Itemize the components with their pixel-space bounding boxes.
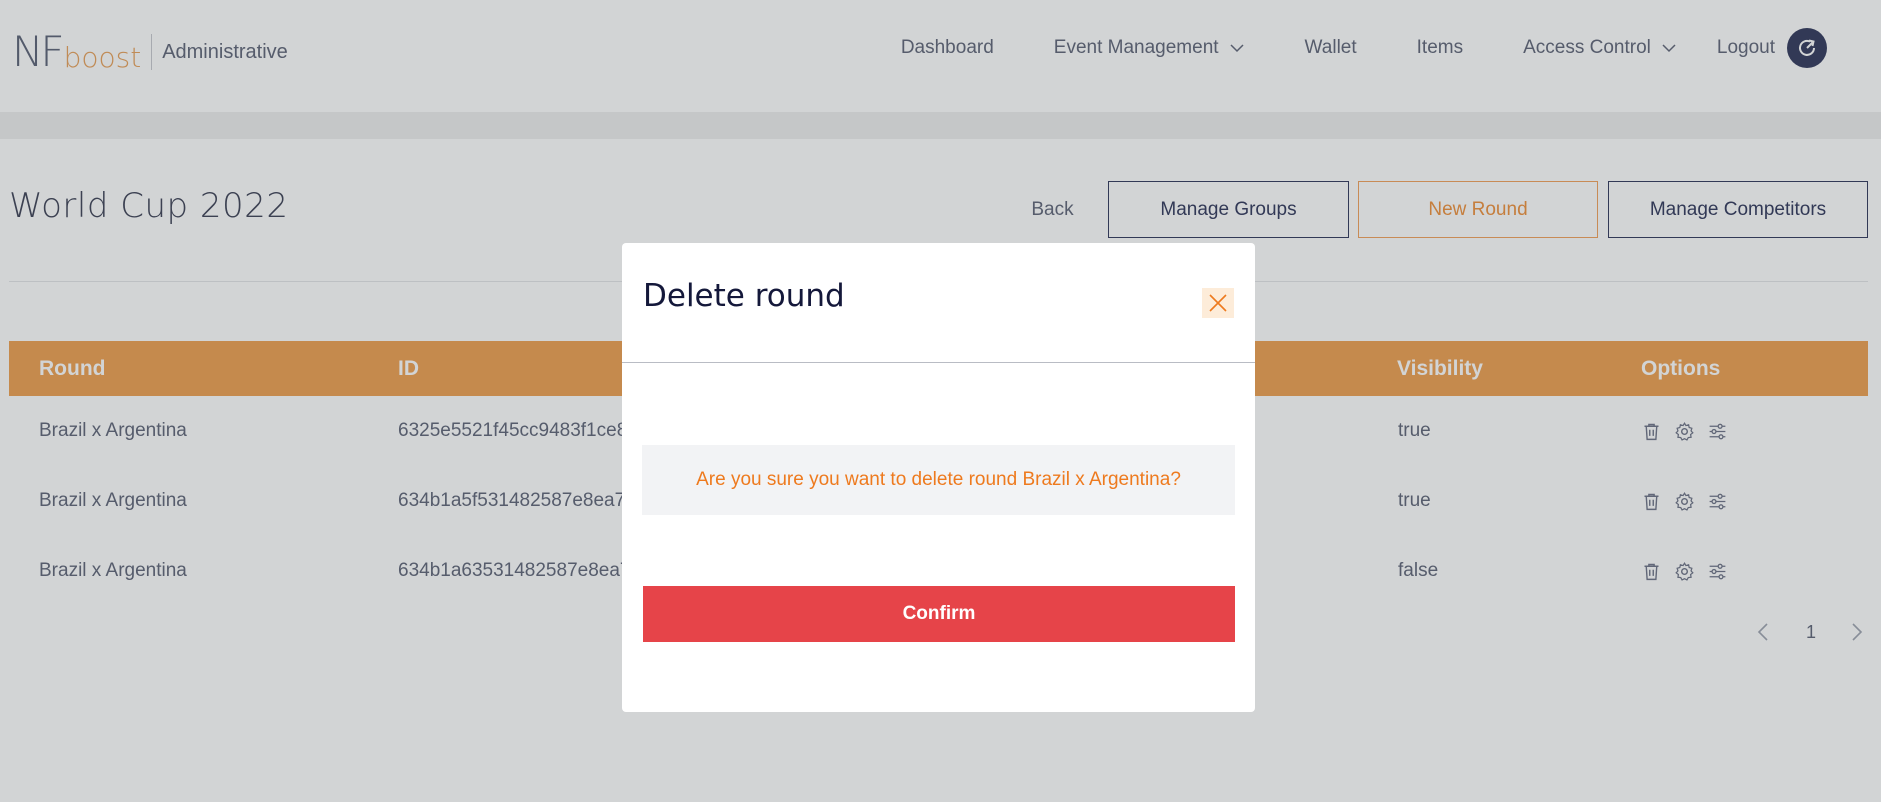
close-icon (1209, 294, 1227, 312)
delete-confirmation-message: Are you sure you want to delete round Br… (642, 445, 1235, 515)
confirm-button[interactable]: Confirm (643, 586, 1235, 642)
modal-divider (622, 362, 1255, 363)
delete-round-modal: Delete round Are you sure you want to de… (622, 243, 1255, 712)
modal-close-button[interactable] (1202, 288, 1234, 318)
modal-title: Delete round (643, 278, 845, 314)
